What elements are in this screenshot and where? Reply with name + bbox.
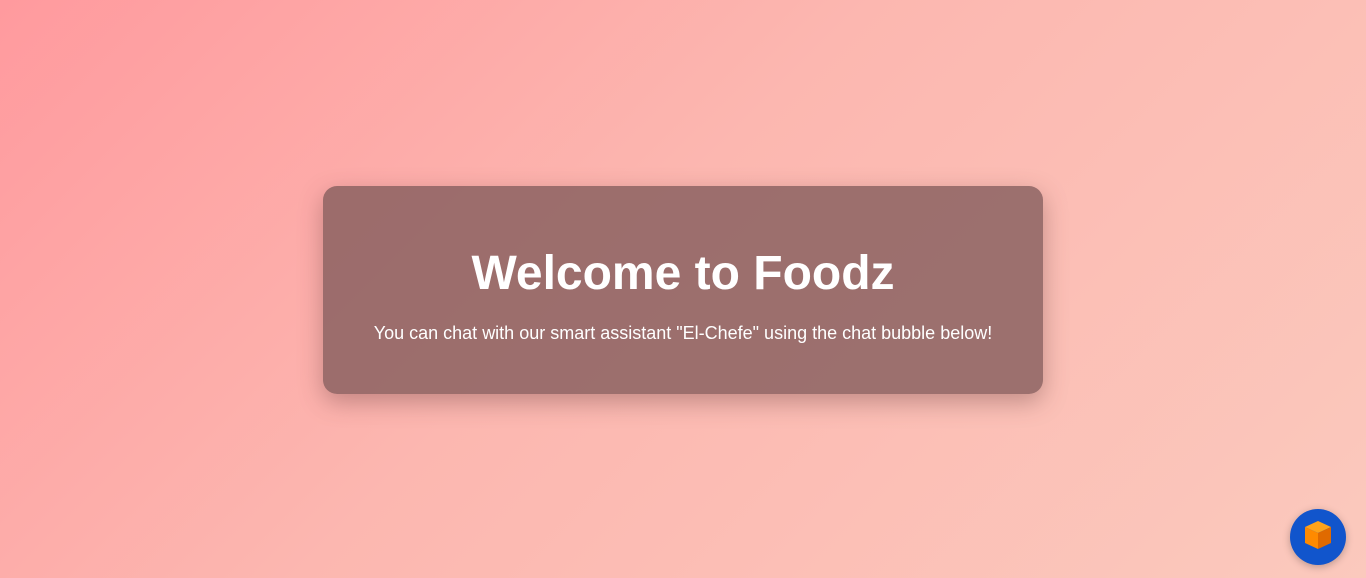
welcome-title: Welcome to Foodz — [471, 247, 895, 300]
welcome-card: Welcome to Foodz You can chat with our s… — [323, 186, 1043, 394]
chat-bubble-button[interactable] — [1290, 509, 1346, 565]
welcome-subtitle: You can chat with our smart assistant "E… — [373, 323, 993, 343]
cube-icon — [1301, 518, 1335, 557]
